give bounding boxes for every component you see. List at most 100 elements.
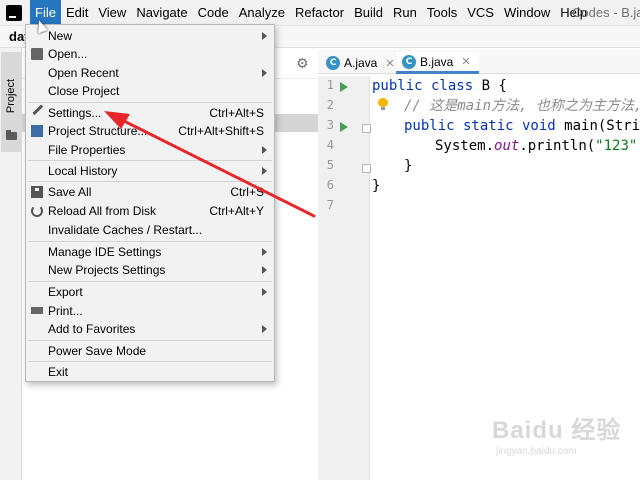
watermark-logo-text: Baidu 经验 bbox=[492, 417, 622, 444]
menu-item-label: Project Structure... bbox=[48, 124, 148, 138]
menu-run[interactable]: Run bbox=[388, 0, 422, 26]
run-class-icon[interactable] bbox=[340, 82, 348, 92]
line-number: 3 bbox=[326, 118, 334, 132]
code-text: } bbox=[404, 158, 413, 174]
menu-item-label: Close Project bbox=[48, 84, 120, 98]
line-number: 6 bbox=[326, 178, 334, 192]
fold-icon[interactable] bbox=[362, 124, 371, 133]
menu-item-local-history[interactable]: Local History bbox=[26, 162, 274, 180]
menu-item-new[interactable]: New bbox=[26, 27, 274, 45]
menu-view[interactable]: View bbox=[93, 0, 131, 26]
submenu-arrow-icon bbox=[262, 266, 267, 274]
menu-item-close-project[interactable]: Close Project bbox=[26, 82, 274, 100]
menu-code[interactable]: Code bbox=[193, 0, 234, 26]
code-text: System. bbox=[435, 138, 495, 154]
run-main-icon[interactable] bbox=[340, 122, 348, 132]
menu-item-exit[interactable]: Exit bbox=[26, 363, 274, 381]
line-number: 5 bbox=[326, 158, 334, 172]
close-icon[interactable]: ✕ bbox=[385, 57, 394, 70]
menu-edit[interactable]: Edit bbox=[61, 0, 93, 26]
file-menu-dropdown: New Open... Open Recent Close Project Se… bbox=[25, 24, 275, 382]
submenu-arrow-icon bbox=[262, 32, 267, 40]
menu-build[interactable]: Build bbox=[349, 0, 388, 26]
code-line: } bbox=[404, 156, 412, 176]
menu-separator bbox=[28, 102, 272, 103]
intellij-app-icon bbox=[6, 4, 22, 21]
code-text: main(String bbox=[564, 118, 640, 134]
menu-navigate[interactable]: Navigate bbox=[131, 0, 192, 26]
menu-item-reload-all[interactable]: Reload All from Disk Ctrl+Alt+Y bbox=[26, 202, 274, 220]
menu-item-label: Exit bbox=[48, 365, 69, 379]
menu-item-manage-ide-settings[interactable]: Manage IDE Settings bbox=[26, 243, 274, 261]
code-string: "123" bbox=[595, 138, 638, 154]
menu-separator bbox=[28, 241, 272, 242]
menu-item-open[interactable]: Open... bbox=[26, 45, 274, 63]
menu-item-open-recent[interactable]: Open Recent bbox=[26, 64, 274, 82]
tab-b-java[interactable]: C B.java ✕ bbox=[396, 52, 479, 74]
menu-item-export[interactable]: Export bbox=[26, 283, 274, 301]
submenu-arrow-icon bbox=[262, 325, 267, 333]
fold-icon[interactable] bbox=[362, 164, 371, 173]
menu-item-label: Local History bbox=[48, 164, 118, 178]
submenu-arrow-icon bbox=[262, 288, 267, 296]
java-class-icon: C bbox=[326, 56, 340, 70]
menu-item-label: Add to Favorites bbox=[48, 322, 136, 336]
menu-item-label: New bbox=[48, 29, 73, 43]
project-tool-tab-label: Project bbox=[5, 78, 17, 114]
code-line: public static void main(String bbox=[404, 116, 640, 136]
menu-refactor[interactable]: Refactor bbox=[290, 0, 349, 26]
close-icon[interactable]: ✕ bbox=[461, 55, 470, 68]
menu-item-save-all[interactable]: Save All Ctrl+S bbox=[26, 183, 274, 201]
menu-tools[interactable]: Tools bbox=[422, 0, 462, 26]
menu-item-new-projects-settings[interactable]: New Projects Settings bbox=[26, 261, 274, 279]
menu-item-project-structure[interactable]: Project Structure... Ctrl+Alt+Shift+S bbox=[26, 122, 274, 140]
menu-item-add-to-favorites[interactable]: Add to Favorites bbox=[26, 320, 274, 338]
code-line: System.out.println("123"); bbox=[435, 136, 640, 156]
line-number: 7 bbox=[326, 198, 334, 212]
menu-item-label: Open... bbox=[48, 47, 88, 61]
menu-item-power-save-mode[interactable]: Power Save Mode bbox=[26, 342, 274, 360]
menu-item-label: Invalidate Caches / Restart... bbox=[48, 223, 203, 237]
left-tool-strip: Project bbox=[0, 48, 22, 480]
submenu-arrow-icon bbox=[262, 167, 267, 175]
menu-item-print[interactable]: Print... bbox=[26, 302, 274, 320]
code-keyword: public static void bbox=[404, 118, 565, 134]
project-structure-icon bbox=[31, 125, 43, 137]
menu-analyze[interactable]: Analyze bbox=[234, 0, 290, 26]
menu-item-file-properties[interactable]: File Properties bbox=[26, 141, 274, 159]
menu-separator bbox=[28, 160, 272, 161]
menu-item-invalidate-caches[interactable]: Invalidate Caches / Restart... bbox=[26, 221, 274, 239]
code-line: } bbox=[372, 176, 380, 196]
wrench-icon bbox=[32, 104, 50, 122]
menu-item-label: Settings... bbox=[48, 106, 102, 120]
menu-item-label: Power Save Mode bbox=[48, 344, 147, 358]
menu-item-label: Export bbox=[48, 285, 83, 299]
code-keyword: public class bbox=[372, 78, 482, 94]
project-tool-tab[interactable]: Project bbox=[1, 52, 21, 152]
menu-item-settings[interactable]: Settings... Ctrl+Alt+S bbox=[26, 104, 274, 122]
code-text: B { bbox=[481, 78, 507, 94]
submenu-arrow-icon bbox=[262, 69, 267, 77]
save-icon bbox=[31, 186, 43, 198]
menu-bar: File Edit View Navigate Code Analyze Ref… bbox=[0, 0, 640, 26]
code-line: // 这是main方法, 也称之为主方法, 是 bbox=[404, 96, 640, 116]
folder-icon bbox=[6, 130, 17, 140]
menu-separator bbox=[28, 340, 272, 341]
menu-item-shortcut: Ctrl+Alt+Y bbox=[209, 204, 264, 218]
line-number: 1 bbox=[326, 78, 334, 92]
menu-window[interactable]: Window bbox=[499, 0, 555, 26]
menu-item-label: Save All bbox=[48, 185, 92, 199]
editor-gutter: 1 2 3 4 5 6 7 bbox=[318, 76, 371, 480]
code-line: public class B { bbox=[372, 76, 507, 96]
menu-item-shortcut: Ctrl+Alt+S bbox=[209, 106, 264, 120]
code-text: .println( bbox=[519, 138, 596, 154]
tab-a-java[interactable]: C A.java ✕ bbox=[320, 52, 403, 74]
printer-icon bbox=[31, 307, 43, 314]
line-number: 2 bbox=[326, 98, 334, 112]
code-text: } bbox=[372, 178, 381, 194]
menu-vcs[interactable]: VCS bbox=[462, 0, 499, 26]
folder-open-icon bbox=[31, 48, 43, 60]
code-comment: // 这是main方法, 也称之为主方法, 是 bbox=[404, 98, 640, 114]
gear-icon[interactable]: ⚙ bbox=[296, 56, 310, 70]
baidu-watermark: Baidu 经验 jingyan.baidu.com bbox=[492, 410, 620, 466]
